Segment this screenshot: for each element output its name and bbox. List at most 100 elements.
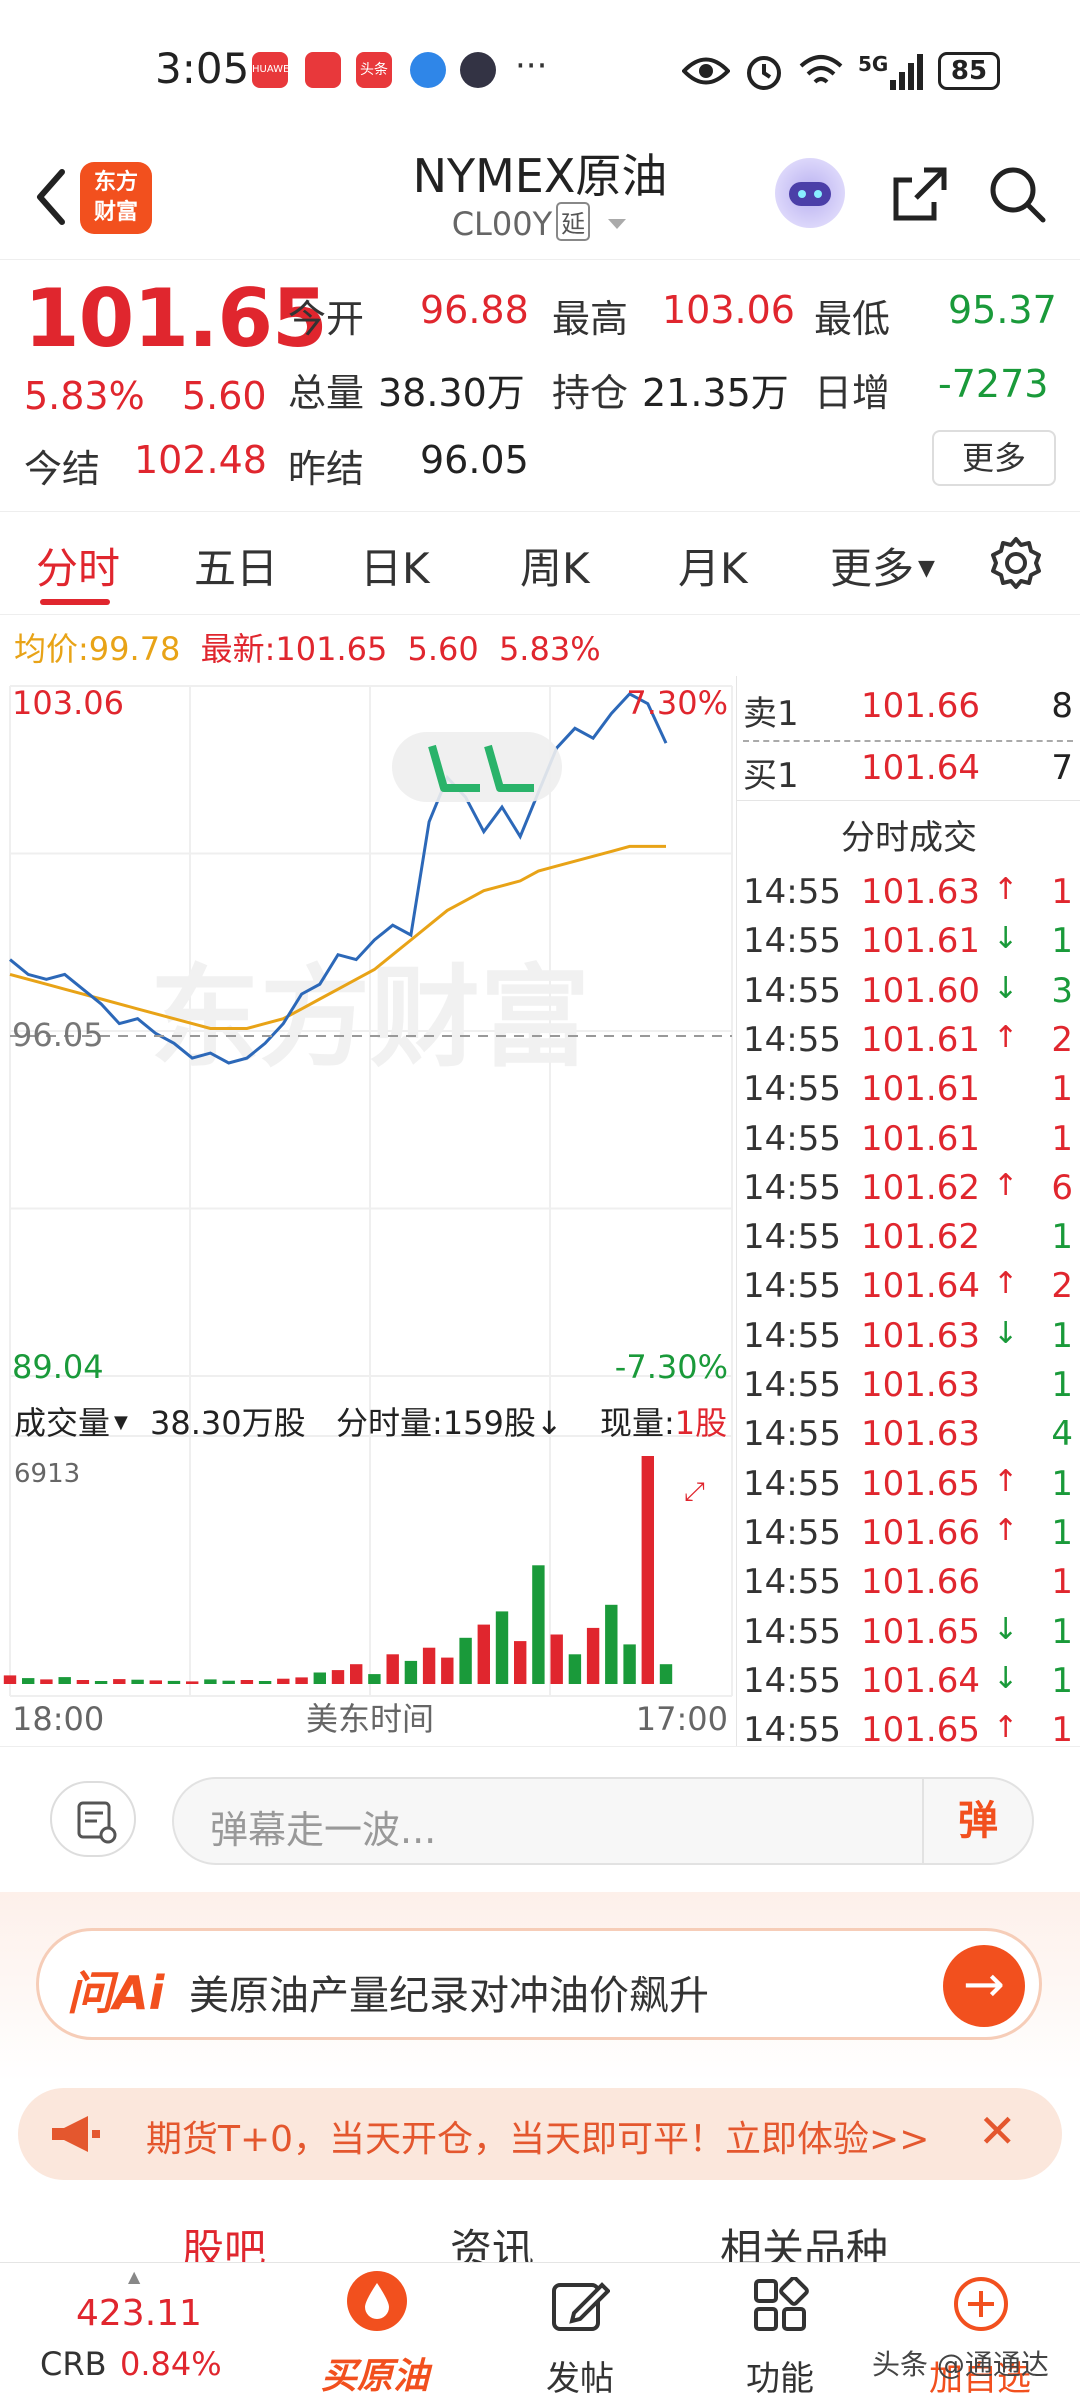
tick-qty: 1 [1051,1463,1073,1504]
chevron-down-icon [608,219,627,229]
ask-ai-question: 美原油产量纪录对冲油价飙升 [189,1973,709,2019]
volume-bar [295,1677,308,1684]
danmu-send-button[interactable]: 弹 [922,1779,1032,1863]
danmu-bar: 弹幕走一波... 弹 [0,1746,1080,1890]
tab-more[interactable]: 更多 ▼ [830,535,935,596]
ask-ai-card[interactable]: 问Ai 美原油产量纪录对冲油价飙升 → [36,1928,1042,2040]
daily-inc-label: 日增 [814,371,891,415]
tab-intraday[interactable]: 分时 [36,535,120,596]
volume-bar [22,1678,35,1684]
tab-guba[interactable]: 股吧 [182,2216,266,2262]
tick-time: 14:55 [743,872,841,912]
intraday-chart-svg[interactable]: 东方财富 103.06 7.30% 96.05 89.04 -7.30% ⤢ 6… [0,676,736,1746]
alarm-icon [747,56,781,90]
tick-direction-icon: ↓ [993,1660,1019,1696]
plus-circle-icon [954,2277,1008,2331]
tick-qty: 1 [1051,1217,1073,1258]
edit-icon [552,2282,610,2331]
tick-time: 14:55 [743,1512,841,1553]
tab-news[interactable]: 资讯 [450,2216,534,2262]
ai-assistant-avatar[interactable] [775,158,845,228]
order-book-panel: 卖1 101.66 8 买1 101.64 7 分时成交 14:55 101.63… [736,676,1080,1750]
tick-price: 101.63 [861,1315,980,1356]
average-price-bar: 均价:99.78 最新:101.65 5.60 5.83% [14,630,601,668]
last-price: 101.65 [24,272,328,365]
source-watermark: 头条 @通通达 [872,2348,1049,2381]
tick-row: 14:55 101.65 ↑ 1 [737,1464,1080,1513]
volume-bar [258,1681,272,1684]
tick-time: 14:55 [743,1660,841,1701]
tick-row: 14:55 101.63 1 [737,1365,1080,1414]
tick-direction-icon: ↑ [993,1710,1019,1746]
intraday-chart[interactable]: 东方财富 103.06 7.30% 96.05 89.04 -7.30% ⤢ 6… [0,676,736,1746]
tick-row: 14:55 101.66 ↑ 1 [737,1513,1080,1562]
tick-row: 14:55 101.66 1 [737,1562,1080,1611]
expand-chart-icon[interactable]: ⤢ [684,1477,705,1507]
settle-prev-label: 昨结 [288,447,365,491]
buy1-row: 买1 101.64 7 [743,748,1073,796]
tick-time: 14:55 [743,1611,841,1652]
tick-qty: 4 [1051,1414,1073,1455]
volume-bar [422,1647,436,1684]
tick-time: 14:55 [743,970,841,1011]
settle-today-label: 今结 [24,447,101,491]
tick-qty: 2 [1051,1266,1073,1307]
chart-tabs: 分时 五日 日K 周K 月K 更多 ▼ [0,515,1080,615]
tick-direction-icon: ↑ [993,1266,1019,1302]
high-label: 最高 [552,297,629,341]
settle-today-value: 102.48 [134,438,267,482]
tab-daily-k[interactable]: 日K [360,535,430,596]
volume-bar [568,1654,582,1684]
tick-qty: 1 [1051,921,1073,962]
danmu-settings-icon[interactable] [50,1781,136,1857]
more-details-button[interactable]: 更多 [932,430,1056,486]
tab-monthly-k[interactable]: 月K [678,535,748,596]
search-icon[interactable] [985,162,1049,226]
tick-price: 101.64 [861,1660,980,1701]
settle-prev-value: 96.05 [420,438,529,482]
settings-gear-icon[interactable] [988,535,1044,591]
tick-direction-icon: ↓ [993,921,1019,957]
x-axis-start-label: 18:00 [12,1700,104,1738]
y-axis-max-label: 103.06 [12,684,124,722]
volume-bar [313,1672,326,1684]
tick-row: 14:55 101.62 1 [737,1217,1080,1266]
huawei-app-icon: HUAWEI [252,52,292,88]
content-tabs: 股吧 资讯 相关品种 [0,2196,1080,2262]
volume-bar [3,1675,17,1684]
tick-price: 101.66 [861,1562,980,1603]
tick-direction-icon: ↑ [993,1512,1019,1548]
arrow-right-icon[interactable]: → [943,1945,1025,2027]
vol-max-label: 6913 [14,1459,80,1489]
tab-related[interactable]: 相关品种 [720,2216,888,2262]
bid-ask-divider [743,740,1073,742]
tick-qty: 1 [1051,1118,1073,1159]
close-icon[interactable]: ✕ [978,2104,1017,2158]
y-axis-min-label: 89.04 [12,1348,104,1386]
tick-row: 14:55 101.63 ↓ 1 [737,1316,1080,1365]
post-button[interactable]: 发帖 [510,2263,650,2400]
danmu-input[interactable]: 弹幕走一波... 弹 [172,1777,1034,1865]
pattern-badge[interactable] [392,732,562,802]
volume-label: 总量 [288,371,365,415]
share-icon[interactable] [888,162,952,226]
tab-five-day[interactable]: 五日 [194,535,278,596]
promo-banner[interactable]: 期货T+0，当天开仓，当天即可平！立即体验>> ✕ [18,2088,1062,2180]
tick-qty: 1 [1051,1710,1073,1751]
volume-value: 38.30万 [378,371,525,415]
tab-weekly-k[interactable]: 周K [520,535,590,596]
high-value: 103.06 [662,288,795,332]
tick-direction-icon: ↑ [993,1019,1019,1055]
functions-button[interactable]: 功能 [710,2263,850,2400]
buy-oil-button[interactable]: 买原油 [300,2263,450,2400]
tick-row: 14:55 101.63 4 [737,1414,1080,1463]
promo-text: 期货T+0，当天开仓，当天即可平！立即体验>> [146,2119,930,2160]
oil-drop-icon [347,2271,407,2331]
tick-qty: 3 [1051,970,1073,1011]
toutiao-app-icon: 头条 [356,52,392,88]
open-label: 今开 [288,297,365,341]
volume-total: 38.30万股 [150,1404,306,1442]
crb-index[interactable]: ▲ 423.11 CRB 0.84% [0,2263,222,2400]
tick-price: 101.64 [861,1266,980,1307]
volume-selector[interactable]: 成交量 ▼ [14,1398,128,1444]
